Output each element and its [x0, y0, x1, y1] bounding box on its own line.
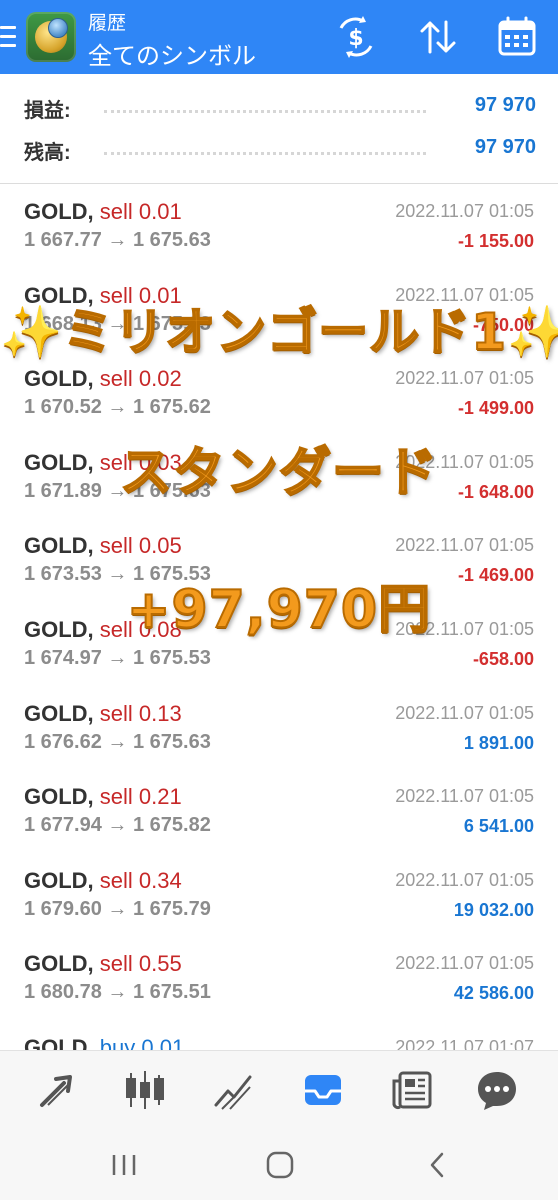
- trade-side: sell 0.13: [99, 700, 182, 726]
- trade-prices: 1 679.60 → 1 675.79: [24, 897, 211, 920]
- trade-symbol: GOLD, sell 0.34: [24, 868, 182, 894]
- trade-symbol: GOLD, sell 0.55: [24, 951, 182, 977]
- balance-value: 97 970: [474, 136, 536, 158]
- header-subtitle: 履歴: [88, 13, 127, 34]
- news-icon[interactable]: [390, 1067, 436, 1113]
- trade-symbol: GOLD, sell 0.02: [24, 366, 182, 392]
- overlay-title: ✨ミリオンゴールド1✨: [0, 292, 558, 364]
- trade-prices: 1 674.97 → 1 675.53: [24, 647, 211, 669]
- sparkle-icon: ✨: [0, 303, 64, 362]
- trade-symbol-name: GOLD,: [24, 199, 94, 224]
- trade-icon[interactable]: [34, 1067, 80, 1113]
- trade-side: sell 0.55: [99, 951, 182, 977]
- trade-symbol: GOLD, sell 0.21: [24, 784, 182, 810]
- sparkle-icon: ✨: [507, 303, 558, 362]
- trade-prices: 1 667.77 → 1 675.63: [24, 229, 211, 251]
- overlay-line-2: スタンダード: [119, 442, 438, 504]
- trade-row[interactable]: GOLD, sell 0.13 1 676.62 → 1 675.63 2022.1…: [0, 686, 558, 772]
- trade-time: 2022.11.07 01:05: [395, 535, 534, 556]
- trade-side: sell 0.01: [99, 199, 182, 224]
- profit-row: 損益: 97 970: [24, 94, 536, 126]
- top-app-bar: 履歴 全てのシンボル $: [0, 0, 558, 74]
- trade-side: sell 0.05: [99, 533, 182, 559]
- trade-row[interactable]: GOLD, sell 0.55 1 680.78 → 1 675.51 2022.1…: [0, 937, 558, 1023]
- trade-row[interactable]: GOLD, sell 0.34 1 679.60 → 1 675.79 2022.1…: [0, 853, 558, 939]
- trade-time: 2022.11.07 01:05: [395, 786, 534, 807]
- history-inbox-icon[interactable]: [300, 1067, 346, 1113]
- trade-profit: -1 499.00: [457, 398, 534, 419]
- chart-icon[interactable]: [210, 1067, 256, 1113]
- back-icon[interactable]: [418, 1148, 458, 1182]
- trade-time: 2022.11.07 01:05: [395, 869, 534, 890]
- dotted-leader: [104, 110, 426, 113]
- trade-prices: 1 677.94 → 1 675.82: [24, 814, 211, 837]
- balance-row: 残高: 97 970: [24, 136, 536, 168]
- currency-exchange-icon[interactable]: $: [333, 14, 379, 60]
- trade-profit: 1 891.00: [463, 732, 534, 753]
- home-icon[interactable]: [260, 1148, 300, 1182]
- trade-profit: 6 541.00: [463, 816, 534, 837]
- summary-panel: 損益: 97 970 残高: 97 970: [0, 74, 558, 182]
- trade-prices: 1 680.78 → 1 675.51: [24, 981, 211, 1004]
- candles-icon[interactable]: [122, 1067, 168, 1113]
- dotted-leader: [104, 152, 426, 155]
- bottom-navigation: [0, 1050, 558, 1129]
- trade-side: sell 0.21: [99, 784, 182, 810]
- trade-side: sell 0.02: [99, 366, 182, 392]
- trade-symbol-name: GOLD,: [24, 366, 94, 392]
- overlay-profit: +97,970円: [126, 579, 432, 641]
- app-logo: [26, 12, 76, 62]
- trade-row[interactable]: GOLD, sell 0.02 1 670.52 → 1 675.62 2022.1…: [0, 352, 558, 438]
- trade-row[interactable]: GOLD, sell 0.21 1 677.94 → 1 675.82 2022.1…: [0, 770, 558, 856]
- balance-label: 残高:: [24, 142, 71, 164]
- menu-icon[interactable]: [0, 20, 20, 54]
- trade-symbol-name: GOLD,: [24, 951, 94, 977]
- profit-value: 97 970: [474, 94, 536, 116]
- recent-apps-icon[interactable]: [104, 1148, 144, 1182]
- trade-symbol-name: GOLD,: [24, 867, 94, 893]
- trade-symbol-name: GOLD,: [24, 533, 94, 559]
- chat-icon[interactable]: [474, 1067, 520, 1113]
- system-navigation-bar: [0, 1128, 558, 1200]
- trade-side: sell 0.34: [99, 867, 182, 893]
- trade-profit: -1 155.00: [457, 231, 534, 251]
- profit-label: 損益:: [24, 100, 71, 122]
- trade-profit: -658.00: [472, 649, 534, 669]
- trade-time: 2022.11.07 01:05: [395, 702, 534, 723]
- trade-symbol: GOLD, sell 0.01: [24, 199, 182, 225]
- summary-divider: [0, 183, 558, 184]
- trade-symbol-name: GOLD,: [24, 700, 94, 726]
- trade-prices: 1 670.52 → 1 675.62: [24, 396, 211, 419]
- svg-text:$: $: [348, 26, 363, 51]
- trade-time: 2022.11.07 01:05: [395, 953, 534, 974]
- trade-symbol: GOLD, sell 0.13: [24, 701, 182, 727]
- trade-prices: 1 676.62 → 1 675.63: [24, 730, 211, 753]
- trade-symbol: GOLD, sell 0.05: [24, 533, 182, 559]
- calendar-icon[interactable]: [494, 14, 540, 60]
- overlay-line-1: ミリオンゴールド1: [62, 302, 508, 362]
- trade-symbol-name: GOLD,: [24, 784, 94, 810]
- sort-icon[interactable]: [415, 14, 461, 60]
- trade-time: 2022.11.07 01:05: [395, 368, 534, 389]
- trade-profit: 42 586.00: [453, 983, 534, 1004]
- trade-row[interactable]: GOLD, sell 0.01 1 667.77 → 1 675.63 2022.1…: [0, 185, 558, 270]
- trade-time: 2022.11.07 01:05: [395, 201, 534, 221]
- header-title[interactable]: 全てのシンボル: [88, 36, 256, 71]
- trade-profit: 19 032.00: [453, 899, 534, 920]
